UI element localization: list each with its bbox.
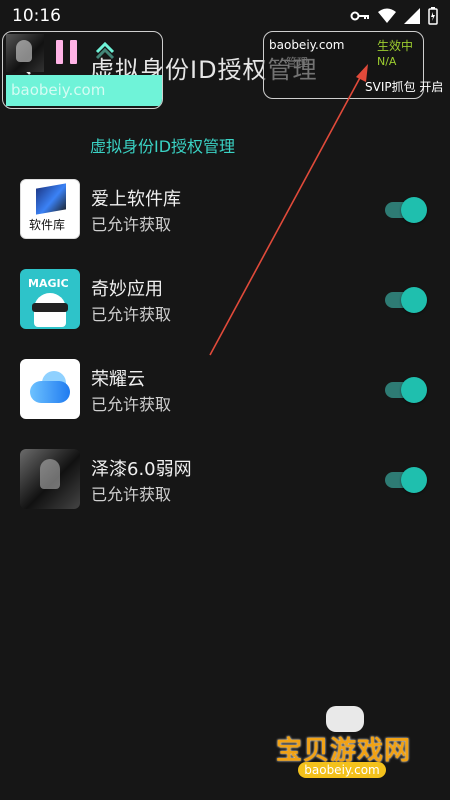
app-icon-software-library: 软件库 xyxy=(20,179,80,239)
app-status: 已允许获取 xyxy=(91,395,172,414)
chevron-up-icon[interactable] xyxy=(95,42,115,60)
floating-player-widget[interactable]: baobeiy.com xyxy=(2,31,163,109)
list-item[interactable]: 荣耀云 已允许获取 xyxy=(0,359,450,439)
app-status: 已允许获取 xyxy=(91,485,172,504)
overlay-site: baobeiy.com xyxy=(269,38,345,52)
site-watermark: 宝贝游戏网 baobeiy.com xyxy=(270,700,430,790)
list-item[interactable]: 软件库 爱上软件库 已允许获取 xyxy=(0,179,450,259)
app-name: 奇妙应用 xyxy=(91,279,163,300)
permission-toggle[interactable] xyxy=(385,376,427,403)
wifi-icon xyxy=(378,8,396,23)
app-icon-weak-network xyxy=(20,449,80,509)
overlay-svip-status[interactable]: SVIP抓包 开启 xyxy=(365,78,443,95)
section-title: 虚拟身份ID授权管理 xyxy=(90,137,236,156)
app-status: 已允许获取 xyxy=(91,305,172,324)
app-icon-honor-cloud xyxy=(20,359,80,419)
list-item[interactable]: MAGIC 奇妙应用 已允许获取 xyxy=(0,269,450,349)
key-icon xyxy=(350,11,369,21)
gamepad-icon xyxy=(326,706,364,732)
app-name: 泽漆6.0弱网 xyxy=(91,459,192,480)
battery-icon xyxy=(428,7,438,25)
permission-toggle[interactable] xyxy=(385,286,427,313)
app-name: 荣耀云 xyxy=(91,369,145,390)
list-item[interactable]: 泽漆6.0弱网 已允许获取 xyxy=(0,449,450,529)
icon-label: MAGIC xyxy=(28,277,69,290)
permission-toggle[interactable] xyxy=(385,196,427,223)
status-icons xyxy=(350,7,438,25)
overlay-faint-label: 管理 xyxy=(286,56,308,69)
app-status: 已允许获取 xyxy=(91,215,172,234)
permission-toggle[interactable] xyxy=(385,466,427,493)
avatar-thumbnail xyxy=(6,34,44,72)
floating-status-widget[interactable]: baobeiy.com 生效中 管理 N/A SVIP抓包 开启 xyxy=(263,31,443,99)
app-icon-magic: MAGIC xyxy=(20,269,80,329)
overlay-value: N/A xyxy=(377,55,397,68)
overlay-watermark: baobeiy.com xyxy=(11,81,106,99)
signal-icon xyxy=(404,8,420,24)
app-name: 爱上软件库 xyxy=(91,189,181,210)
overlay-status: 生效中 xyxy=(377,39,414,53)
icon-label: 软件库 xyxy=(29,218,66,232)
pause-icon[interactable] xyxy=(56,40,78,64)
watermark-url: baobeiy.com xyxy=(298,762,386,778)
status-bar: 10:16 xyxy=(0,0,450,32)
status-time: 10:16 xyxy=(12,6,61,26)
